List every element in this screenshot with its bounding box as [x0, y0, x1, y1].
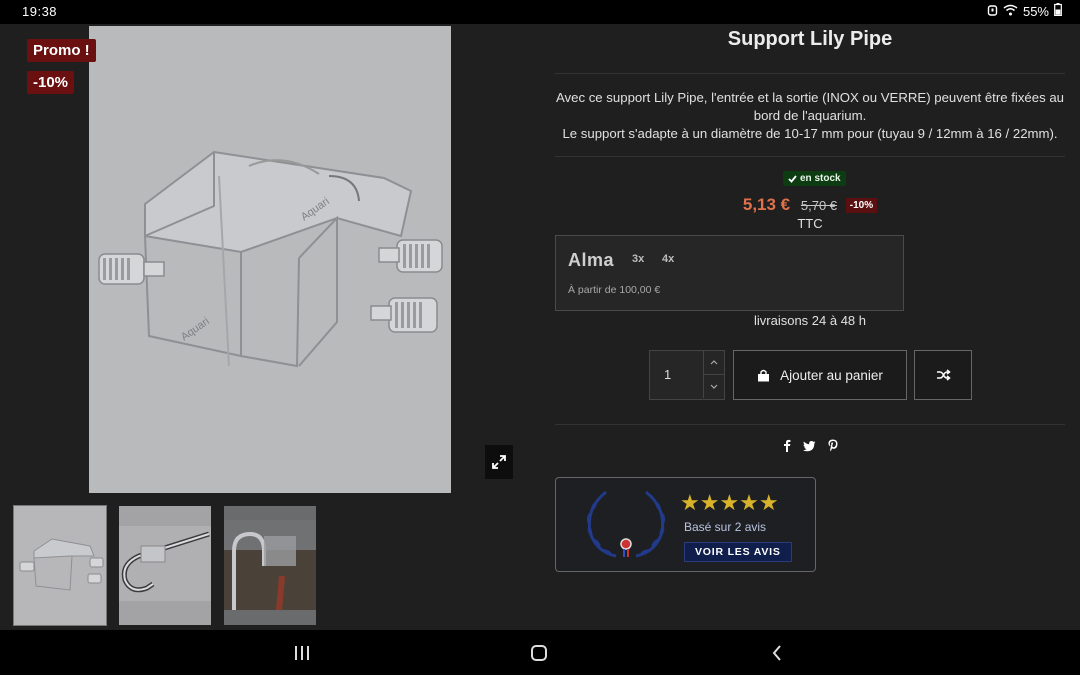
wifi-icon [1003, 4, 1018, 19]
share-links [783, 439, 838, 457]
expand-icon [492, 455, 506, 469]
price-row: 5,13 € 5,70 € -10% [555, 195, 1065, 215]
thumbnail-2[interactable] [119, 506, 211, 625]
acrylic-pipe-holder-image: Aquari Aquari [89, 26, 451, 493]
reviews-widget[interactable]: ★★★★★ Basé sur 2 avis VOIR LES AVIS [555, 477, 816, 572]
thumbnail-1[interactable] [13, 505, 107, 626]
status-bar: 19:38 55% [0, 0, 1080, 24]
thumbnail-3[interactable] [224, 506, 316, 625]
product-description: Avec ce support Lily Pipe, l'entrée et l… [555, 89, 1065, 143]
description-line-2: Le support s'adapte à un diamètre de 10-… [562, 126, 1058, 141]
expand-image-button[interactable] [485, 445, 513, 479]
steel-pipe-thumb [119, 506, 211, 625]
description-line-1: Avec ce support Lily Pipe, l'entrée et l… [555, 90, 1065, 123]
alma-logo: Alma [568, 250, 615, 270]
tax-label: TTC [797, 216, 823, 231]
chevron-down-icon [710, 384, 718, 389]
price-old: 5,70 € [800, 198, 838, 213]
battery-icon [1054, 3, 1062, 19]
promo-badge: Promo ! [27, 39, 96, 62]
divider [555, 156, 1065, 157]
pipe-holder-thumb [14, 506, 106, 625]
price-current: 5,13 € [742, 195, 791, 214]
status-icons: 55% [987, 3, 1062, 19]
back-icon [772, 645, 781, 661]
laurel-wreath-icon [586, 490, 666, 558]
installed-pipe-thumb [224, 506, 316, 625]
price-discount-badge: -10% [845, 198, 878, 213]
back-button[interactable] [765, 642, 789, 664]
chevron-up-icon [710, 360, 718, 365]
stock-badge: en stock [783, 171, 846, 186]
compare-button[interactable] [914, 350, 972, 400]
twitter-icon[interactable] [803, 439, 816, 457]
battery-percent: 55% [1022, 3, 1049, 19]
add-to-cart-button[interactable]: Ajouter au panier [733, 350, 907, 400]
home-icon [531, 645, 547, 661]
main-product-image[interactable]: Aquari Aquari [89, 26, 451, 493]
navigation-bar [0, 630, 1080, 675]
alarm-icon [987, 4, 998, 19]
pinterest-icon[interactable] [828, 439, 838, 457]
product-title: Support Lily Pipe [727, 28, 893, 50]
shuffle-icon [936, 369, 951, 381]
quantity-increase-button[interactable] [703, 351, 724, 375]
quantity-stepper[interactable]: 1 [649, 350, 725, 400]
alma-option-3x[interactable]: 3x [632, 253, 644, 265]
home-button[interactable] [527, 642, 551, 664]
recent-apps-icon [295, 646, 309, 660]
add-to-cart-label: Ajouter au panier [780, 367, 883, 383]
recent-apps-button[interactable] [290, 642, 314, 664]
facebook-icon[interactable] [783, 439, 791, 457]
review-stars: ★★★★★ [680, 490, 779, 515]
review-count: Basé sur 2 avis [684, 520, 767, 534]
quantity-decrease-button[interactable] [703, 375, 724, 398]
delivery-info: livraisons 24 à 48 h [753, 313, 866, 328]
divider [555, 73, 1065, 74]
discount-badge: -10% [27, 71, 75, 94]
stock-label: en stock [800, 173, 841, 184]
status-time: 19:38 [22, 4, 58, 19]
alma-option-4x[interactable]: 4x [662, 253, 674, 265]
alma-minimum: À partir de 100,00 € [568, 284, 661, 296]
see-reviews-button[interactable]: VOIR LES AVIS [684, 542, 792, 562]
shopping-bag-icon [758, 369, 770, 381]
quantity-input[interactable]: 1 [664, 367, 671, 382]
check-icon [788, 174, 797, 183]
divider [555, 424, 1065, 425]
alma-widget[interactable]: Alma 3x 4x À partir de 100,00 € [555, 235, 904, 311]
